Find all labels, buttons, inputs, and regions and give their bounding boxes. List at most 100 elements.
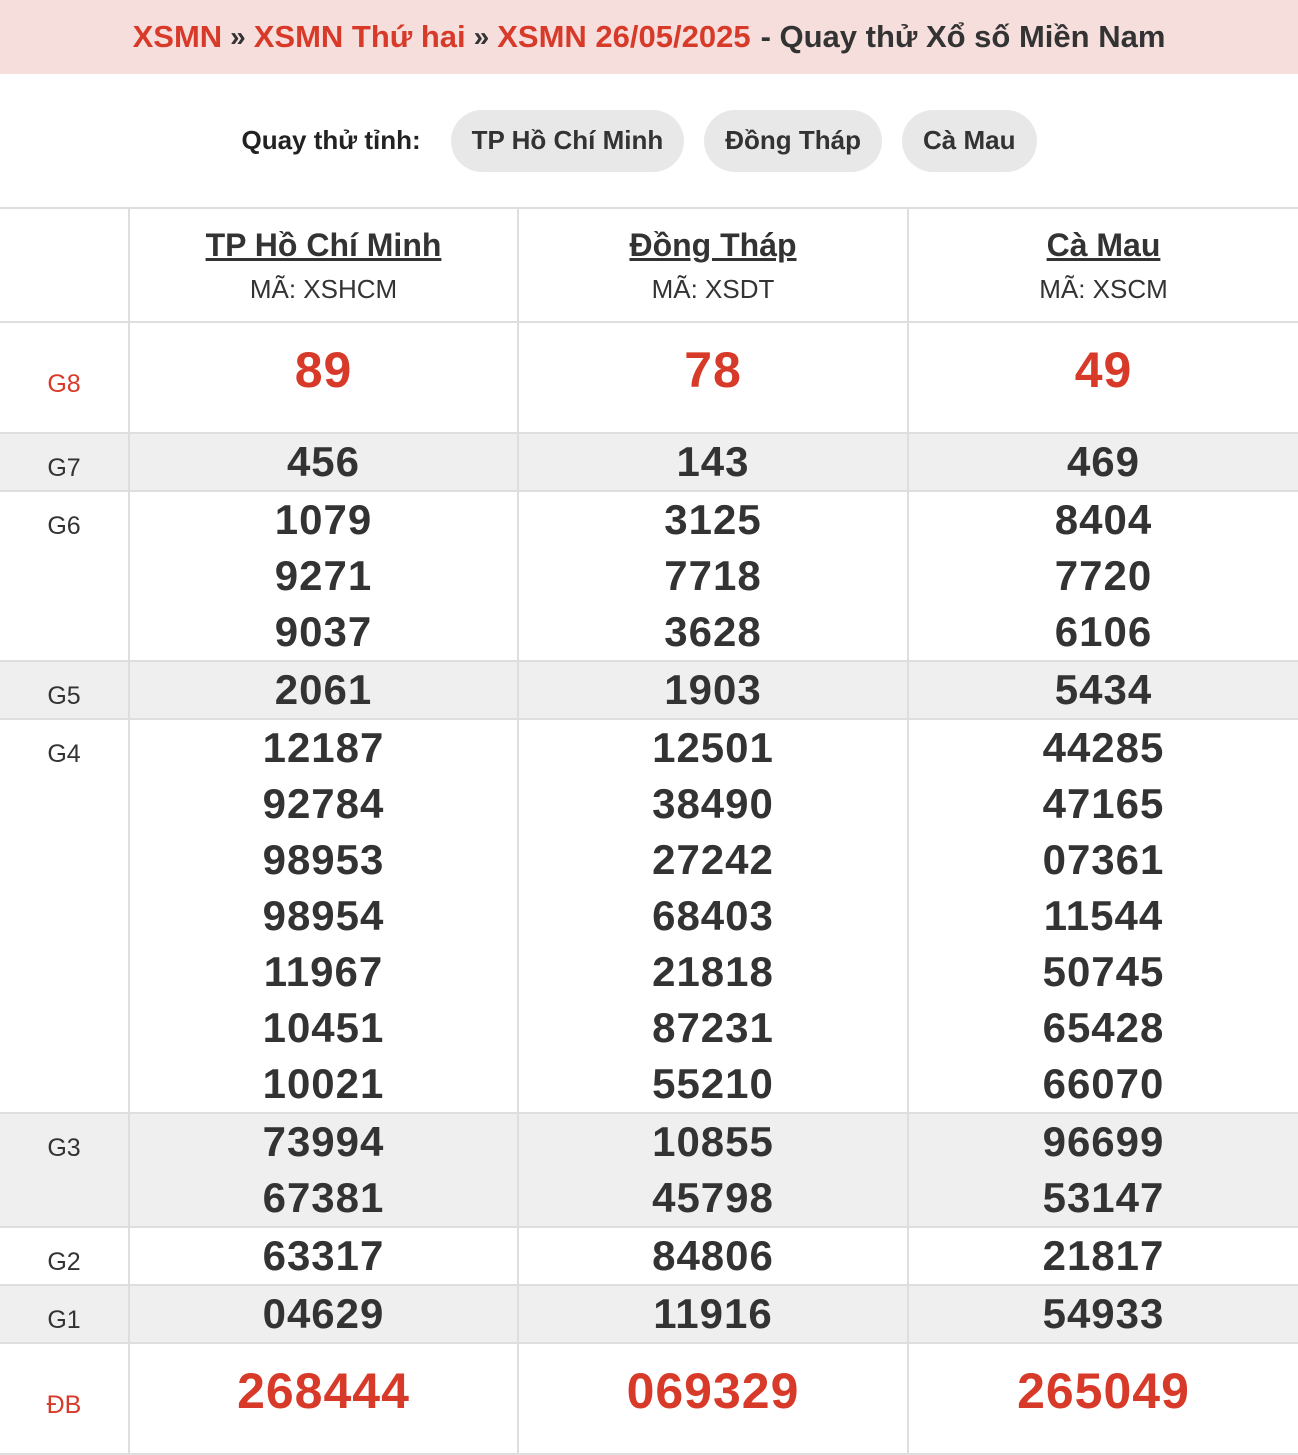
prize-cell: 2061: [128, 660, 519, 720]
prize-number: 10451: [262, 1004, 385, 1051]
prize-number: 54933: [1042, 1290, 1165, 1337]
prize-number: 87231: [652, 1004, 774, 1051]
prize-label: G8: [0, 321, 130, 434]
prize-row: G4 12187 92784 98953 98954 11967 10451 10021 125…: [0, 718, 1298, 1114]
prize-row: G5 2061 1903 5434: [0, 660, 1298, 720]
prize-cell: 469: [907, 432, 1298, 492]
prize-number: 21817: [1042, 1232, 1165, 1279]
prize-number: 12501: [652, 724, 774, 771]
results-table: TP Hồ Chí Minh MÃ: XSHCM Đồng Tháp MÃ: X…: [0, 207, 1298, 1455]
prize-label: G6: [0, 490, 130, 662]
prize-label: G4: [0, 718, 130, 1114]
prize-number: 65428: [1042, 1004, 1165, 1051]
prize-number: 45798: [652, 1174, 774, 1221]
prize-number: 3628: [664, 608, 762, 655]
prize-cell: 1079 9271 9037: [128, 490, 519, 662]
prize-number: 5434: [1054, 666, 1153, 713]
prize-number: 265049: [1017, 1363, 1190, 1419]
prize-number: 49: [1074, 342, 1133, 398]
prize-cell: 10855 45798: [517, 1112, 909, 1228]
prize-rows: G8 89 78 49 G7 456 143 469 G6 1079 9271 9037 3125 771…: [0, 321, 1298, 1455]
prize-number: 9271: [274, 552, 373, 599]
province-name-link[interactable]: Đồng Tháp: [519, 227, 907, 264]
header-corner: [0, 207, 129, 323]
prize-row: G8 89 78 49: [0, 321, 1298, 434]
province-header: TP Hồ Chí Minh MÃ: XSHCM: [128, 207, 519, 323]
prize-cell: 268444: [128, 1342, 519, 1455]
prize-label: G2: [0, 1226, 130, 1286]
prize-cell: 89: [128, 321, 519, 434]
province-code: MÃ: XSCM: [1039, 274, 1168, 304]
prize-cell: 84806: [517, 1226, 909, 1286]
prize-number: 50745: [1042, 948, 1165, 995]
prize-number: 07361: [1042, 836, 1165, 883]
prize-number: 2061: [274, 666, 373, 713]
prize-number: 069329: [626, 1363, 800, 1419]
prize-label: G3: [0, 1112, 130, 1228]
prize-number: 11544: [1043, 892, 1164, 939]
prize-number: 11916: [653, 1290, 773, 1337]
prize-number: 92784: [262, 780, 385, 827]
breadcrumb-link-date[interactable]: XSMN 26/05/2025: [497, 19, 750, 55]
prize-number: 1079: [274, 496, 373, 543]
prize-number: 21818: [652, 948, 774, 995]
prize-cell: 143: [517, 432, 909, 492]
breadcrumb-separator-icon: »: [473, 21, 490, 52]
province-header: Cà Mau MÃ: XSCM: [907, 207, 1298, 323]
province-chip-ca-mau[interactable]: Cà Mau: [902, 109, 1037, 172]
prize-number: 44285: [1042, 724, 1165, 771]
prize-cell: 12187 92784 98953 98954 11967 10451 10021: [128, 718, 519, 1114]
prize-number: 55210: [652, 1060, 774, 1107]
prize-number: 98953: [262, 836, 385, 883]
prize-cell: 069329: [517, 1342, 909, 1455]
prize-number: 268444: [237, 1363, 410, 1419]
prize-row: G2 63317 84806 21817: [0, 1226, 1298, 1286]
prize-number: 9037: [274, 608, 373, 655]
prize-cell: 21817: [907, 1226, 1298, 1286]
prize-number: 11967: [263, 948, 384, 995]
prize-cell: 49: [907, 321, 1298, 434]
prize-cell: 12501 38490 27242 68403 21818 87231 55210: [517, 718, 909, 1114]
prize-number: 04629: [262, 1290, 385, 1337]
prize-number: 3125: [664, 496, 762, 543]
prize-cell: 3125 7718 3628: [517, 490, 909, 662]
prize-row: ĐB 268444 069329 265049: [0, 1342, 1298, 1455]
prize-label: G7: [0, 432, 130, 492]
prize-cell: 11916: [517, 1284, 909, 1344]
prize-number: 47165: [1042, 780, 1165, 827]
province-code: MÃ: XSDT: [651, 274, 775, 304]
province-name-link[interactable]: TP Hồ Chí Minh: [130, 227, 517, 264]
breadcrumb-link-xsmn[interactable]: XSMN: [133, 19, 223, 55]
prize-cell: 96699 53147: [907, 1112, 1298, 1228]
prize-row: G7 456 143 469: [0, 432, 1298, 492]
prize-number: 143: [676, 438, 750, 485]
prize-label: ĐB: [0, 1342, 130, 1455]
province-header: Đồng Tháp MÃ: XSDT: [517, 207, 909, 323]
province-chip-dong-thap[interactable]: Đồng Tháp: [704, 109, 883, 172]
prize-cell: 78: [517, 321, 909, 434]
prize-label: G5: [0, 660, 130, 720]
prize-cell: 54933: [907, 1284, 1298, 1344]
breadcrumb-link-monday[interactable]: XSMN Thứ hai: [254, 19, 466, 55]
prize-number: 63317: [262, 1232, 385, 1279]
breadcrumb-separator-icon: »: [230, 21, 246, 52]
prize-cell: 456: [128, 432, 519, 492]
prize-number: 1903: [664, 666, 762, 713]
prize-row: G6 1079 9271 9037 3125 7718 3628 8404 7720 6106: [0, 490, 1298, 662]
prize-cell: 1903: [517, 660, 909, 720]
prize-number: 98954: [262, 892, 385, 939]
breadcrumb: XSMN » XSMN Thứ hai » XSMN 26/05/2025 - …: [0, 0, 1298, 74]
prize-row: G1 04629 11916 54933: [0, 1284, 1298, 1344]
prize-cell: 5434: [907, 660, 1298, 720]
prize-number: 10855: [652, 1118, 774, 1165]
prize-number: 12187: [262, 724, 385, 771]
prize-number: 84806: [652, 1232, 774, 1279]
province-name-link[interactable]: Cà Mau: [909, 227, 1298, 264]
prize-number: 68403: [652, 892, 774, 939]
prize-number: 10021: [262, 1060, 385, 1107]
prize-number: 469: [1066, 438, 1141, 485]
prize-number: 7718: [664, 552, 762, 599]
prize-cell: 63317: [128, 1226, 519, 1286]
province-chip-hcm[interactable]: TP Hồ Chí Minh: [450, 109, 685, 172]
prize-number: 67381: [262, 1174, 385, 1221]
